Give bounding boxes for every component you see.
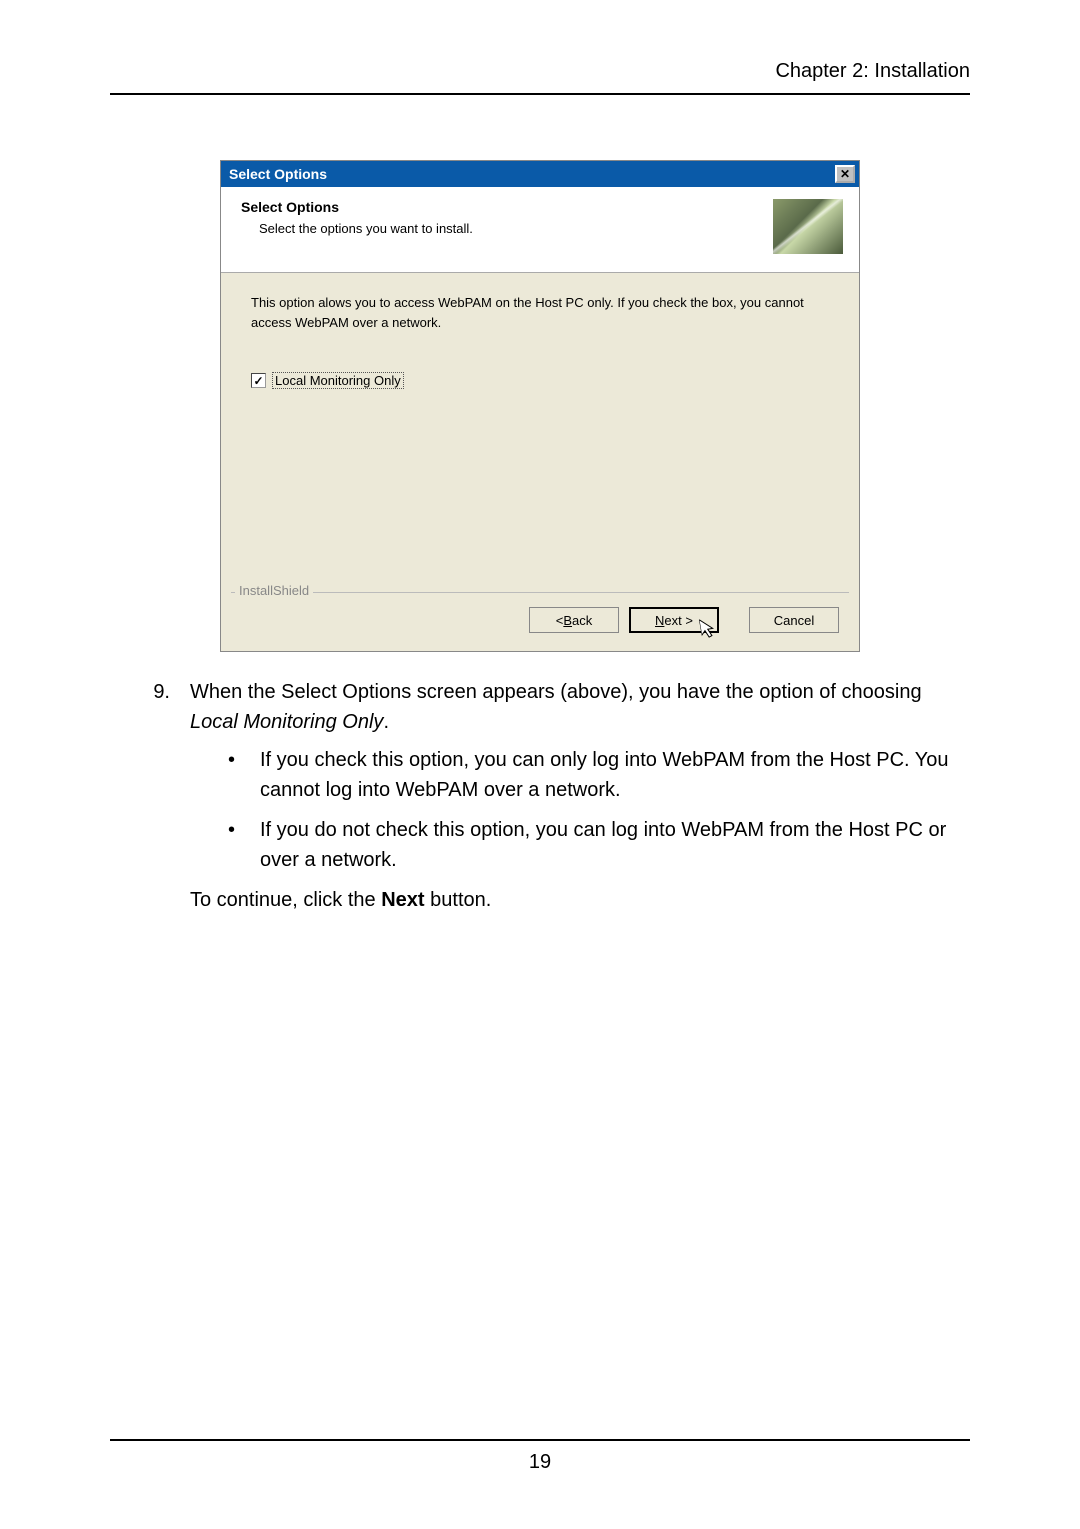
page-number: 19: [110, 1451, 970, 1474]
bullet-mark: •: [228, 815, 236, 875]
continue-bold: Next: [381, 889, 424, 911]
chapter-label: Chapter 2: Installation: [775, 60, 970, 82]
step-number: 9.: [140, 677, 170, 915]
step-9: 9. When the Select Options screen appear…: [140, 677, 970, 915]
dialog-header-text: Select Options Select the options you wa…: [241, 199, 763, 236]
dialog-container: Select Options ✕ Select Options Select t…: [0, 160, 1080, 652]
checkbox-row: ✓ Local Monitoring Only: [251, 372, 829, 389]
bullet-mark: •: [228, 745, 236, 805]
continue-text-2: button.: [425, 889, 492, 911]
continue-text-1: To continue, click the: [190, 889, 381, 911]
step-text-1: When the Select Options screen appears (…: [190, 681, 922, 703]
step-body: When the Select Options screen appears (…: [190, 677, 970, 915]
page-footer: 19: [110, 1439, 970, 1474]
dialog-body: This option alows you to access WebPAM o…: [221, 273, 859, 523]
bullet-item-1: • If you check this option, you can only…: [228, 745, 970, 805]
button-row: < Back Next > Cancel: [221, 593, 859, 651]
step-text-2: .: [383, 711, 389, 733]
bullet-text-1: If you check this option, you can only l…: [260, 745, 970, 805]
page-header: Chapter 2: Installation: [0, 0, 1080, 93]
bullet-list: • If you check this option, you can only…: [190, 745, 970, 875]
dialog-header-panel: Select Options Select the options you wa…: [221, 187, 859, 273]
local-monitoring-checkbox[interactable]: ✓: [251, 373, 266, 388]
continue-line: To continue, click the Next button.: [190, 885, 970, 915]
checkbox-label: Local Monitoring Only: [272, 372, 404, 389]
option-description: This option alows you to access WebPAM o…: [251, 293, 829, 332]
footer-divider: [110, 1439, 970, 1441]
installshield-label: InstallShield: [235, 583, 313, 598]
titlebar-text: Select Options: [229, 166, 327, 182]
bullet-item-2: • If you do not check this option, you c…: [228, 815, 970, 875]
cancel-button[interactable]: Cancel: [749, 607, 839, 633]
close-icon: ✕: [840, 167, 850, 181]
dialog-heading: Select Options: [241, 199, 763, 215]
close-button[interactable]: ✕: [835, 165, 855, 183]
step-text-italic: Local Monitoring Only: [190, 711, 383, 733]
installer-graphic: [773, 199, 843, 254]
bullet-text-2: If you do not check this option, you can…: [260, 815, 970, 875]
dialog-subheading: Select the options you want to install.: [241, 221, 763, 236]
titlebar: Select Options ✕: [221, 161, 859, 187]
select-options-dialog: Select Options ✕ Select Options Select t…: [220, 160, 860, 652]
checkmark-icon: ✓: [253, 374, 263, 388]
header-divider: [110, 93, 970, 95]
back-button[interactable]: < Back: [529, 607, 619, 633]
instructions: 9. When the Select Options screen appear…: [0, 652, 1080, 915]
